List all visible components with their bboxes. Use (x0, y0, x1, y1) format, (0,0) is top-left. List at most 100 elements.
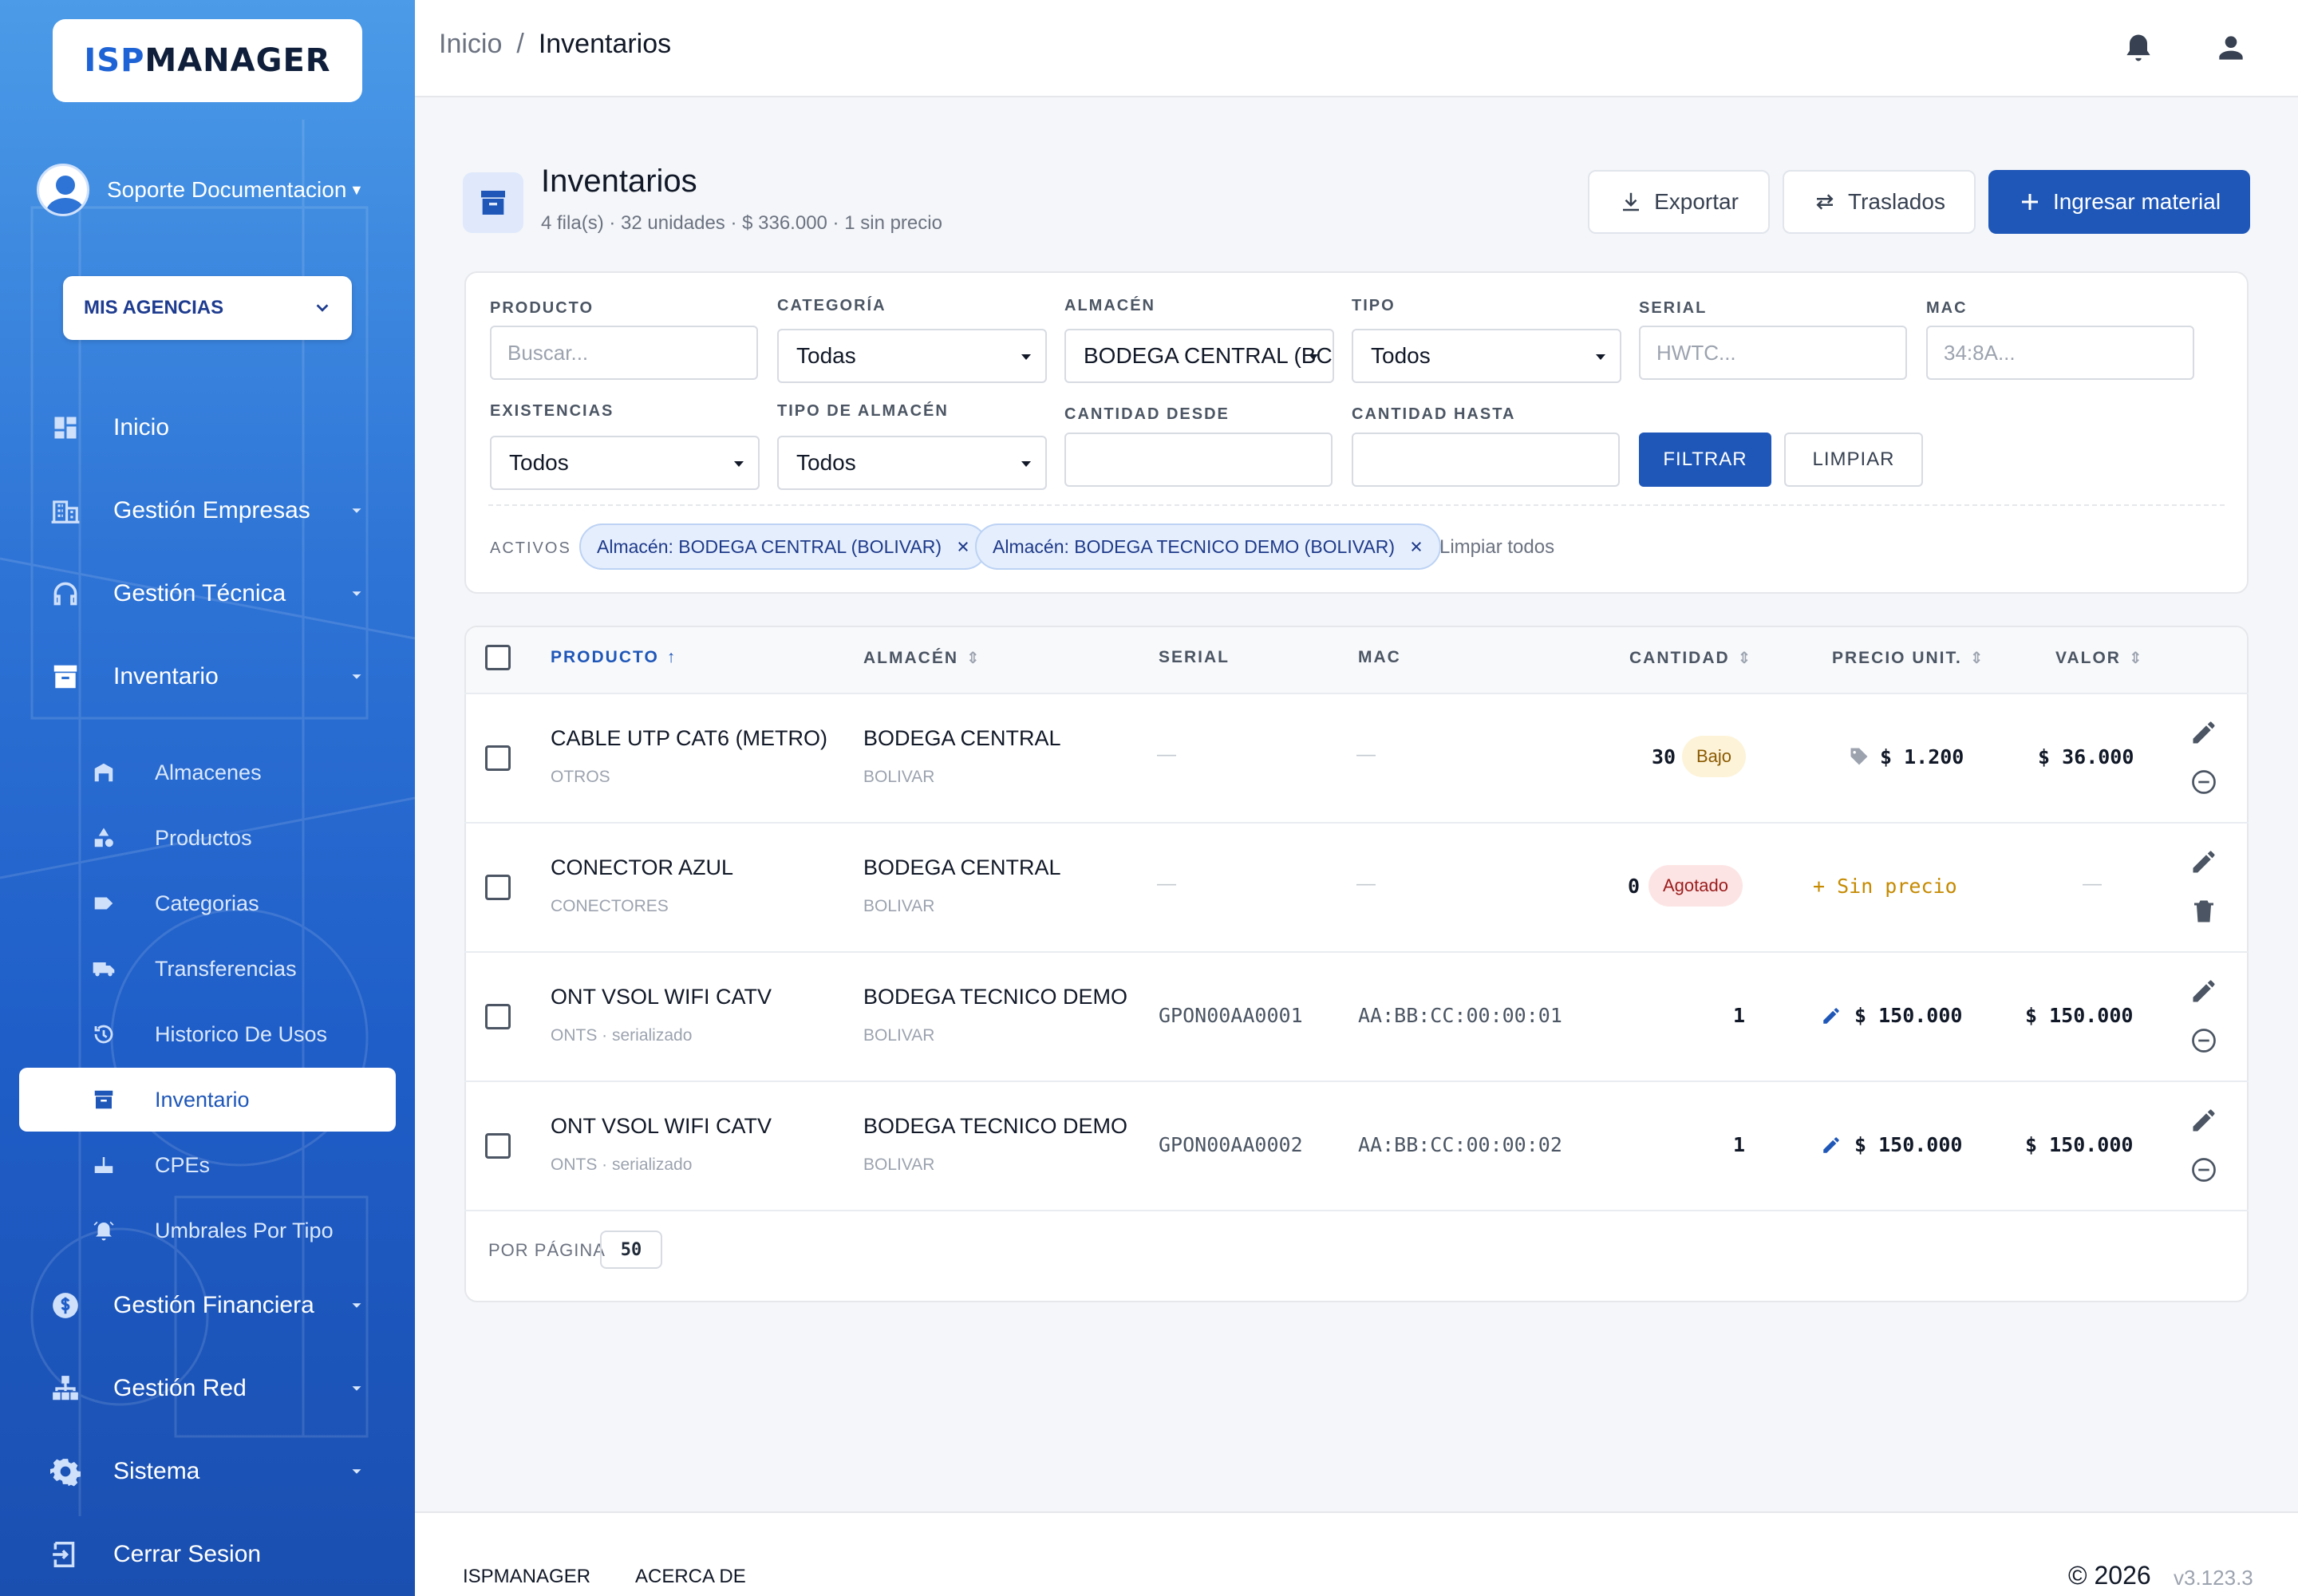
add-price-link[interactable]: + Sin precio (1813, 875, 1957, 898)
caret-down-icon: ▼ (349, 181, 364, 198)
sidebar-item-gestion-tecnica[interactable]: Gestión Técnica (0, 565, 415, 622)
filter-button[interactable]: FILTRAR (1639, 433, 1771, 487)
row-checkbox[interactable] (485, 1004, 511, 1029)
tag-icon[interactable] (1848, 745, 1870, 768)
type-select[interactable]: Todos (1352, 329, 1621, 383)
product-search-input[interactable]: Buscar... (490, 326, 758, 380)
bell-icon[interactable] (2121, 30, 2156, 65)
sidebar-subitem-inventario[interactable]: Inventario (0, 1074, 415, 1125)
per-page-select[interactable]: 50 (600, 1231, 662, 1269)
filter-label-cantidad-hasta: CANTIDAD HASTA (1352, 405, 1516, 423)
mac-value: AA:BB:CC:00:00:02 (1358, 1133, 1562, 1156)
agency-selector[interactable]: MIS AGENCIAS (63, 276, 352, 340)
remove-circle-icon[interactable] (2189, 768, 2218, 796)
active-filter-chip[interactable]: Almacén: BODEGA TECNICO DEMO (BOLIVAR) (975, 523, 1441, 570)
pencil-icon[interactable] (1821, 1005, 1842, 1026)
warehouse-zone: BOLIVAR (863, 1156, 935, 1174)
clear-all-link[interactable]: Limpiar todos (1439, 536, 1554, 559)
header-label: CANTIDAD (1629, 648, 1730, 667)
close-icon[interactable] (956, 539, 970, 554)
sidebar-subitem-almacenes[interactable]: Almacenes (0, 747, 415, 798)
edit-icon[interactable] (2189, 847, 2218, 876)
pencil-icon[interactable] (1821, 1135, 1842, 1156)
row-checkbox[interactable] (485, 1133, 511, 1159)
quantity-from-input[interactable] (1064, 433, 1333, 487)
sidebar-subitem-cpes[interactable]: CPEs (0, 1140, 415, 1191)
clear-filters-button[interactable]: LIMPIAR (1784, 433, 1923, 487)
headset-icon (48, 576, 83, 611)
breadcrumb-home[interactable]: Inicio (439, 29, 502, 60)
remove-circle-icon[interactable] (2189, 1156, 2218, 1184)
logo-isp-text: ISP (84, 42, 145, 79)
sidebar-item-gestion-red[interactable]: Gestión Red (0, 1360, 415, 1417)
sidebar-item-cerrar-sesion[interactable]: Cerrar Sesion (0, 1526, 415, 1583)
product-category: ONTS · serializado (551, 1026, 693, 1045)
edit-icon[interactable] (2189, 977, 2218, 1005)
sidebar-subitem-productos[interactable]: Productos (0, 812, 415, 863)
user-menu[interactable]: Soporte Documentacion ▼ (37, 164, 372, 216)
filter-label-producto: PRODUCTO (490, 299, 594, 317)
filter-label-cantidad-desde: CANTIDAD DESDE (1064, 405, 1230, 423)
export-button[interactable]: Exportar (1588, 170, 1770, 234)
sidebar-item-gestion-financiera[interactable]: Gestión Financiera (0, 1277, 415, 1334)
add-material-button[interactable]: Ingresar material (1988, 170, 2250, 234)
delete-icon[interactable] (2189, 897, 2218, 926)
category-select[interactable]: Todas (777, 329, 1047, 383)
close-icon[interactable] (1409, 539, 1423, 554)
account-icon[interactable] (2213, 30, 2249, 65)
filter-label-existencias: EXISTENCIAS (490, 402, 614, 420)
per-page-value: 50 (620, 1239, 642, 1260)
warehouse-select[interactable]: BODEGA CENTRAL (BC (1064, 329, 1334, 383)
stock-select[interactable]: Todos (490, 436, 760, 490)
clear-button-label: LIMPIAR (1812, 448, 1895, 470)
column-header-precio[interactable]: PRECIO UNIT. ⇕ (1832, 648, 1985, 668)
footer-about-link[interactable]: ACERCA DE (635, 1566, 746, 1588)
sidebar-item-inventario[interactable]: Inventario (0, 648, 415, 705)
edit-icon[interactable] (2189, 1106, 2218, 1135)
app-logo[interactable]: ISP MANAGER (53, 19, 362, 102)
mac-input[interactable]: 34:8A... (1926, 326, 2194, 380)
row-checkbox[interactable] (485, 745, 511, 771)
sidebar-subitem-categorias[interactable]: Categorias (0, 878, 415, 929)
chevron-down-icon (316, 304, 329, 312)
archive-icon (89, 1085, 118, 1114)
sidebar-item-inicio[interactable]: Inicio (0, 399, 415, 456)
active-filter-chip[interactable]: Almacén: BODEGA CENTRAL (BOLIVAR) (579, 523, 989, 570)
status-badge: Bajo (1682, 736, 1747, 777)
filter-label-tipo: TIPO (1352, 297, 1396, 314)
column-header-producto[interactable]: PRODUCTO ↑ (551, 648, 677, 667)
remove-circle-icon[interactable] (2189, 1026, 2218, 1055)
sidebar-subitem-transferencias[interactable]: Transferencias (0, 943, 415, 994)
sidebar-subitem-umbrales[interactable]: Umbrales Por Tipo (0, 1205, 415, 1256)
sidebar-subitem-historico[interactable]: Historico De Usos (0, 1009, 415, 1060)
column-header-almacen[interactable]: ALMACÉN ⇕ (863, 648, 981, 668)
quantity-to-input[interactable] (1352, 433, 1620, 487)
column-header-cantidad[interactable]: CANTIDAD ⇕ (1629, 648, 1752, 668)
serial-value: — (1157, 873, 1176, 895)
column-header-valor[interactable]: VALOR ⇕ (2055, 648, 2144, 668)
filter-divider (488, 504, 2225, 506)
row-divider (464, 1210, 2249, 1211)
serial-value: GPON00AA0002 (1159, 1133, 1303, 1156)
select-all-checkbox[interactable] (485, 645, 511, 670)
serial-input[interactable]: HWTC... (1639, 326, 1907, 380)
user-name: Soporte Documentacion (107, 177, 347, 202)
select-value: Todas (796, 343, 856, 368)
edit-icon[interactable] (2189, 718, 2218, 747)
header-label: MAC (1358, 648, 1401, 666)
transfers-label: Traslados (1848, 189, 1945, 214)
version-text: v3.123.3 (2174, 1566, 2253, 1590)
history-icon (89, 1020, 118, 1049)
logout-icon (48, 1537, 83, 1572)
sidebar-item-label: Gestión Empresas (113, 497, 310, 523)
footer-brand-link[interactable]: ISPMANAGER (463, 1566, 590, 1588)
total-value: $ 36.000 (2038, 745, 2134, 768)
row-checkbox[interactable] (485, 875, 511, 900)
warehouse-type-select[interactable]: Todos (777, 436, 1047, 490)
unit-price: $ 1.200 (1880, 745, 1964, 768)
transfers-button[interactable]: Traslados (1783, 170, 1976, 234)
sidebar-item-sistema[interactable]: Sistema (0, 1443, 415, 1500)
select-value: BODEGA CENTRAL (BC (1084, 343, 1333, 368)
sidebar-item-gestion-empresas[interactable]: Gestión Empresas (0, 482, 415, 539)
dropdown-arrow-icon (1021, 461, 1031, 467)
